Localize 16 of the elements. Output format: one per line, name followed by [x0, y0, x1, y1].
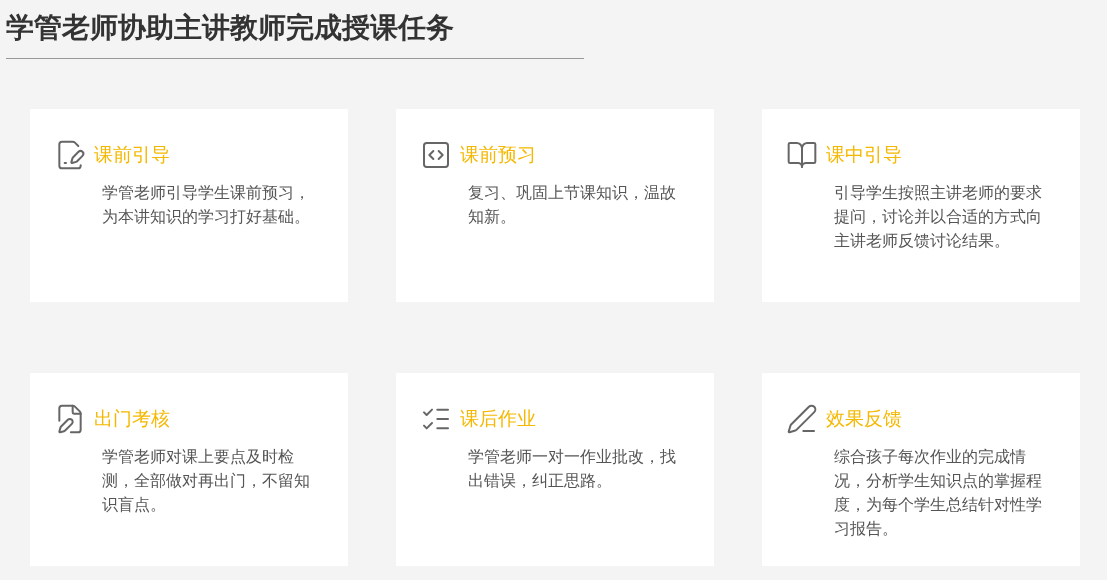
card-description: 学管老师对课上要点及时检测，全部做对再出门，不留知识盲点。: [102, 447, 311, 515]
card-description: 学管老师引导学生课前预习，为本讲知识的学习打好基础。: [102, 183, 311, 227]
card-description: 综合孩子每次作业的完成情况，分析学生知识点的掌握程度，为每个学生总结针对性学习报告。: [834, 447, 1043, 539]
code-icon: [420, 139, 452, 171]
page-title: 学管老师协助主讲教师完成授课任务: [6, 11, 454, 45]
card-title: 课前引导: [94, 142, 170, 167]
card-title: 课前预习: [460, 142, 536, 167]
card-title: 出门考核: [94, 406, 170, 431]
card-description: 学管老师一对一作业批改，找出错误，纠正思路。: [468, 447, 677, 491]
card-title: 课后作业: [460, 406, 536, 431]
card-title: 效果反馈: [826, 406, 902, 431]
pen-icon: [786, 403, 818, 435]
card-description: 复习、巩固上节课知识，温故知新。: [468, 183, 677, 227]
book-icon: [786, 139, 818, 171]
card-description: 引导学生按照主讲老师的要求提问，讨论并以合适的方式向主讲老师反馈讨论结果。: [834, 183, 1043, 251]
card-title: 课中引导: [826, 142, 902, 167]
